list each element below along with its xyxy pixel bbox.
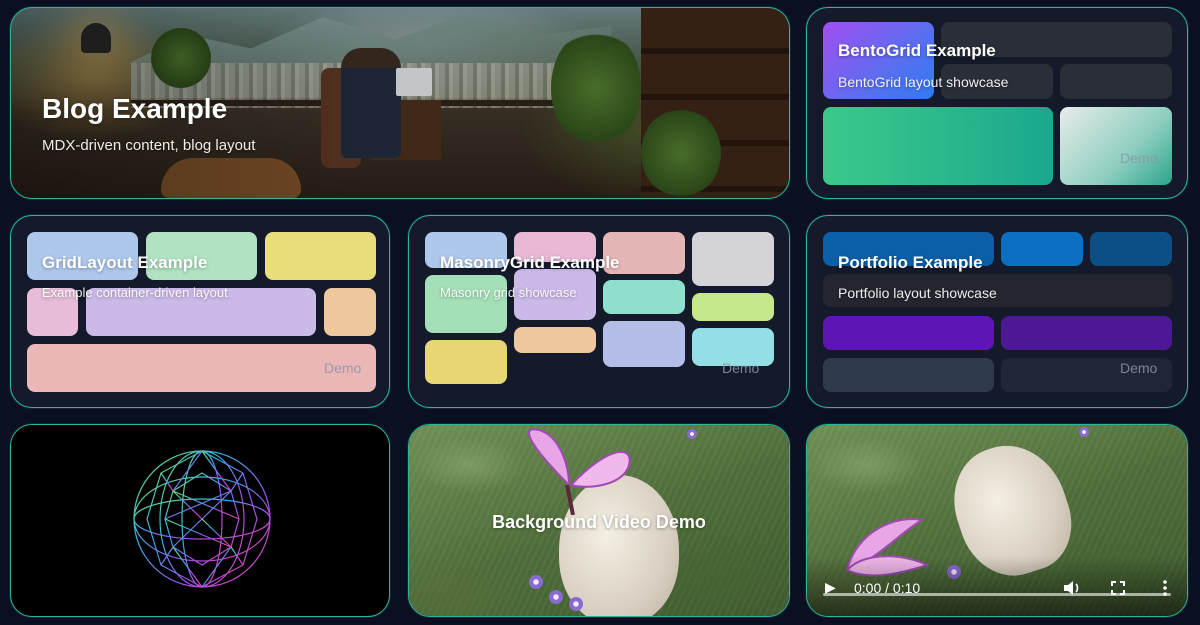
masonry-tile — [692, 293, 774, 321]
demo-label: Demo — [1120, 150, 1158, 166]
masonry-tile — [425, 340, 507, 384]
bento-tile — [823, 107, 1053, 185]
portfolio-subtitle: Portfolio layout showcase — [838, 285, 997, 301]
wireframe-sphere — [133, 450, 271, 588]
background-video-title: Background Video Demo — [492, 512, 706, 532]
demo-label: Demo — [1120, 360, 1158, 376]
portfolio-tile — [1090, 232, 1172, 266]
grid-subtitle: Example container-driven layout — [42, 285, 228, 300]
masonry-tile — [692, 232, 774, 286]
video-controls: ▶ 0:00 / 0:10 — [807, 556, 1187, 616]
blog-subtitle: MDX-driven content, blog layout — [42, 137, 256, 154]
portfolio-tile — [823, 358, 994, 392]
demo-label: Demo — [324, 360, 362, 376]
masonry-tile — [603, 321, 685, 367]
gridlayout-example-card[interactable]: GridLayout Example Example container-dri… — [10, 215, 390, 408]
butterfly — [528, 428, 631, 515]
bento-tile — [1060, 64, 1172, 99]
masonry-subtitle: Masonry grid showcase — [440, 285, 577, 300]
flower — [687, 429, 697, 439]
bentogrid-example-card[interactable]: BentoGrid Example BentoGrid layout showc… — [806, 7, 1188, 199]
portfolio-example-card[interactable]: Portfolio Example Portfolio layout showc… — [806, 215, 1188, 408]
portfolio-tile — [1001, 316, 1172, 350]
masonrygrid-example-card[interactable]: MasonryGrid Example Masonry grid showcas… — [408, 215, 790, 408]
bento-title: BentoGrid Example — [838, 41, 996, 60]
video-progress-bar[interactable] — [823, 593, 1171, 596]
wireframe-sphere-card[interactable] — [10, 424, 390, 617]
masonry-tile — [603, 280, 685, 314]
masonry-title: MasonryGrid Example — [440, 253, 620, 272]
portfolio-tile — [823, 316, 994, 350]
grid-tile — [324, 288, 376, 336]
bento-tile — [1060, 107, 1172, 185]
grid-tile — [265, 232, 376, 280]
video-player-card[interactable]: ▶ 0:00 / 0:10 — [806, 424, 1188, 617]
demo-label: Demo — [722, 360, 760, 376]
portfolio-tile — [1001, 232, 1083, 266]
bento-subtitle: BentoGrid layout showcase — [838, 74, 1009, 90]
portfolio-title: Portfolio Example — [838, 253, 983, 272]
masonry-tile — [514, 327, 596, 353]
flower — [1079, 427, 1089, 437]
background-video-card[interactable]: Background Video Demo — [408, 424, 790, 617]
flower — [549, 590, 563, 604]
flower — [569, 597, 583, 611]
blog-title: Blog Example — [42, 93, 228, 124]
flower — [529, 575, 543, 589]
grid-title: GridLayout Example — [42, 253, 208, 272]
masonry-tile — [425, 275, 507, 333]
blog-example-card[interactable]: Blog Example MDX-driven content, blog la… — [10, 7, 790, 199]
